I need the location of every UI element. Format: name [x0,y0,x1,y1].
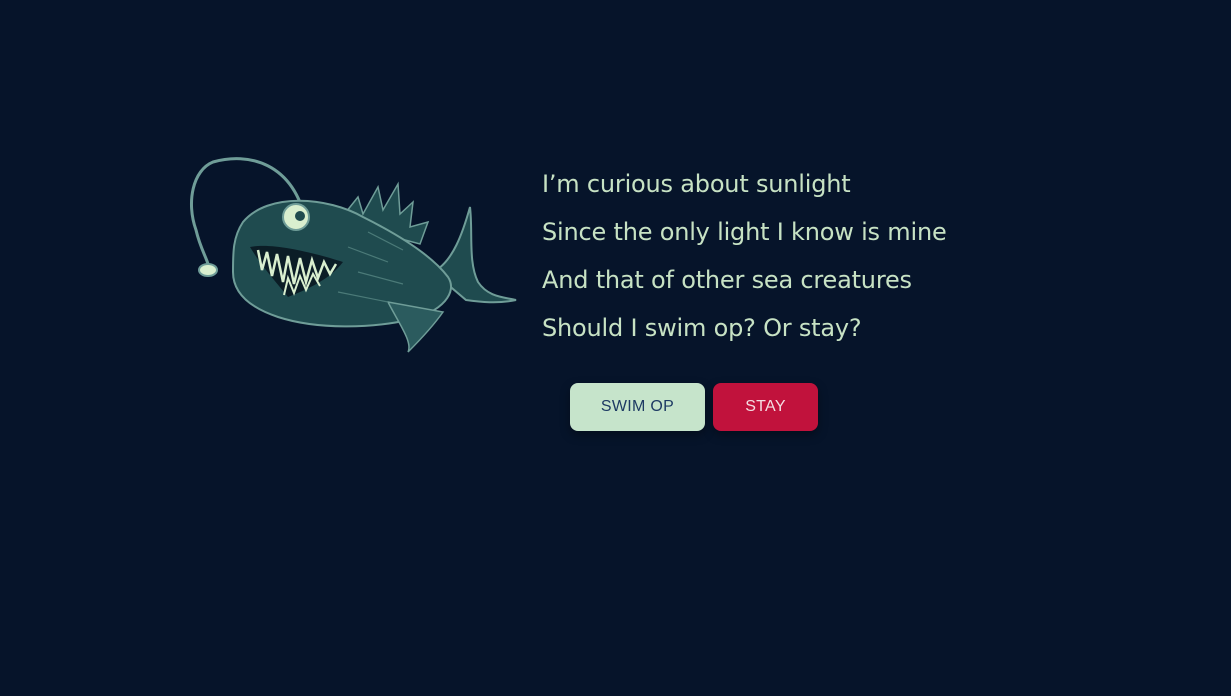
swim-up-button[interactable]: SWIM OP [570,383,705,431]
anglerfish-icon [189,157,517,353]
stay-button[interactable]: STAY [713,383,818,431]
choice-buttons: SWIM OP STAY [570,383,818,431]
story-scene: I’m curious about sunlight Since the onl… [0,0,1231,696]
poem-line: Should I swim op? Or stay? [542,314,862,342]
poem-line: Since the only light I know is mine [542,218,947,246]
poem-line: I’m curious about sunlight [542,170,851,198]
poem: I’m curious about sunlight Since the onl… [542,160,947,352]
poem-line: And that of other sea creatures [542,266,912,294]
